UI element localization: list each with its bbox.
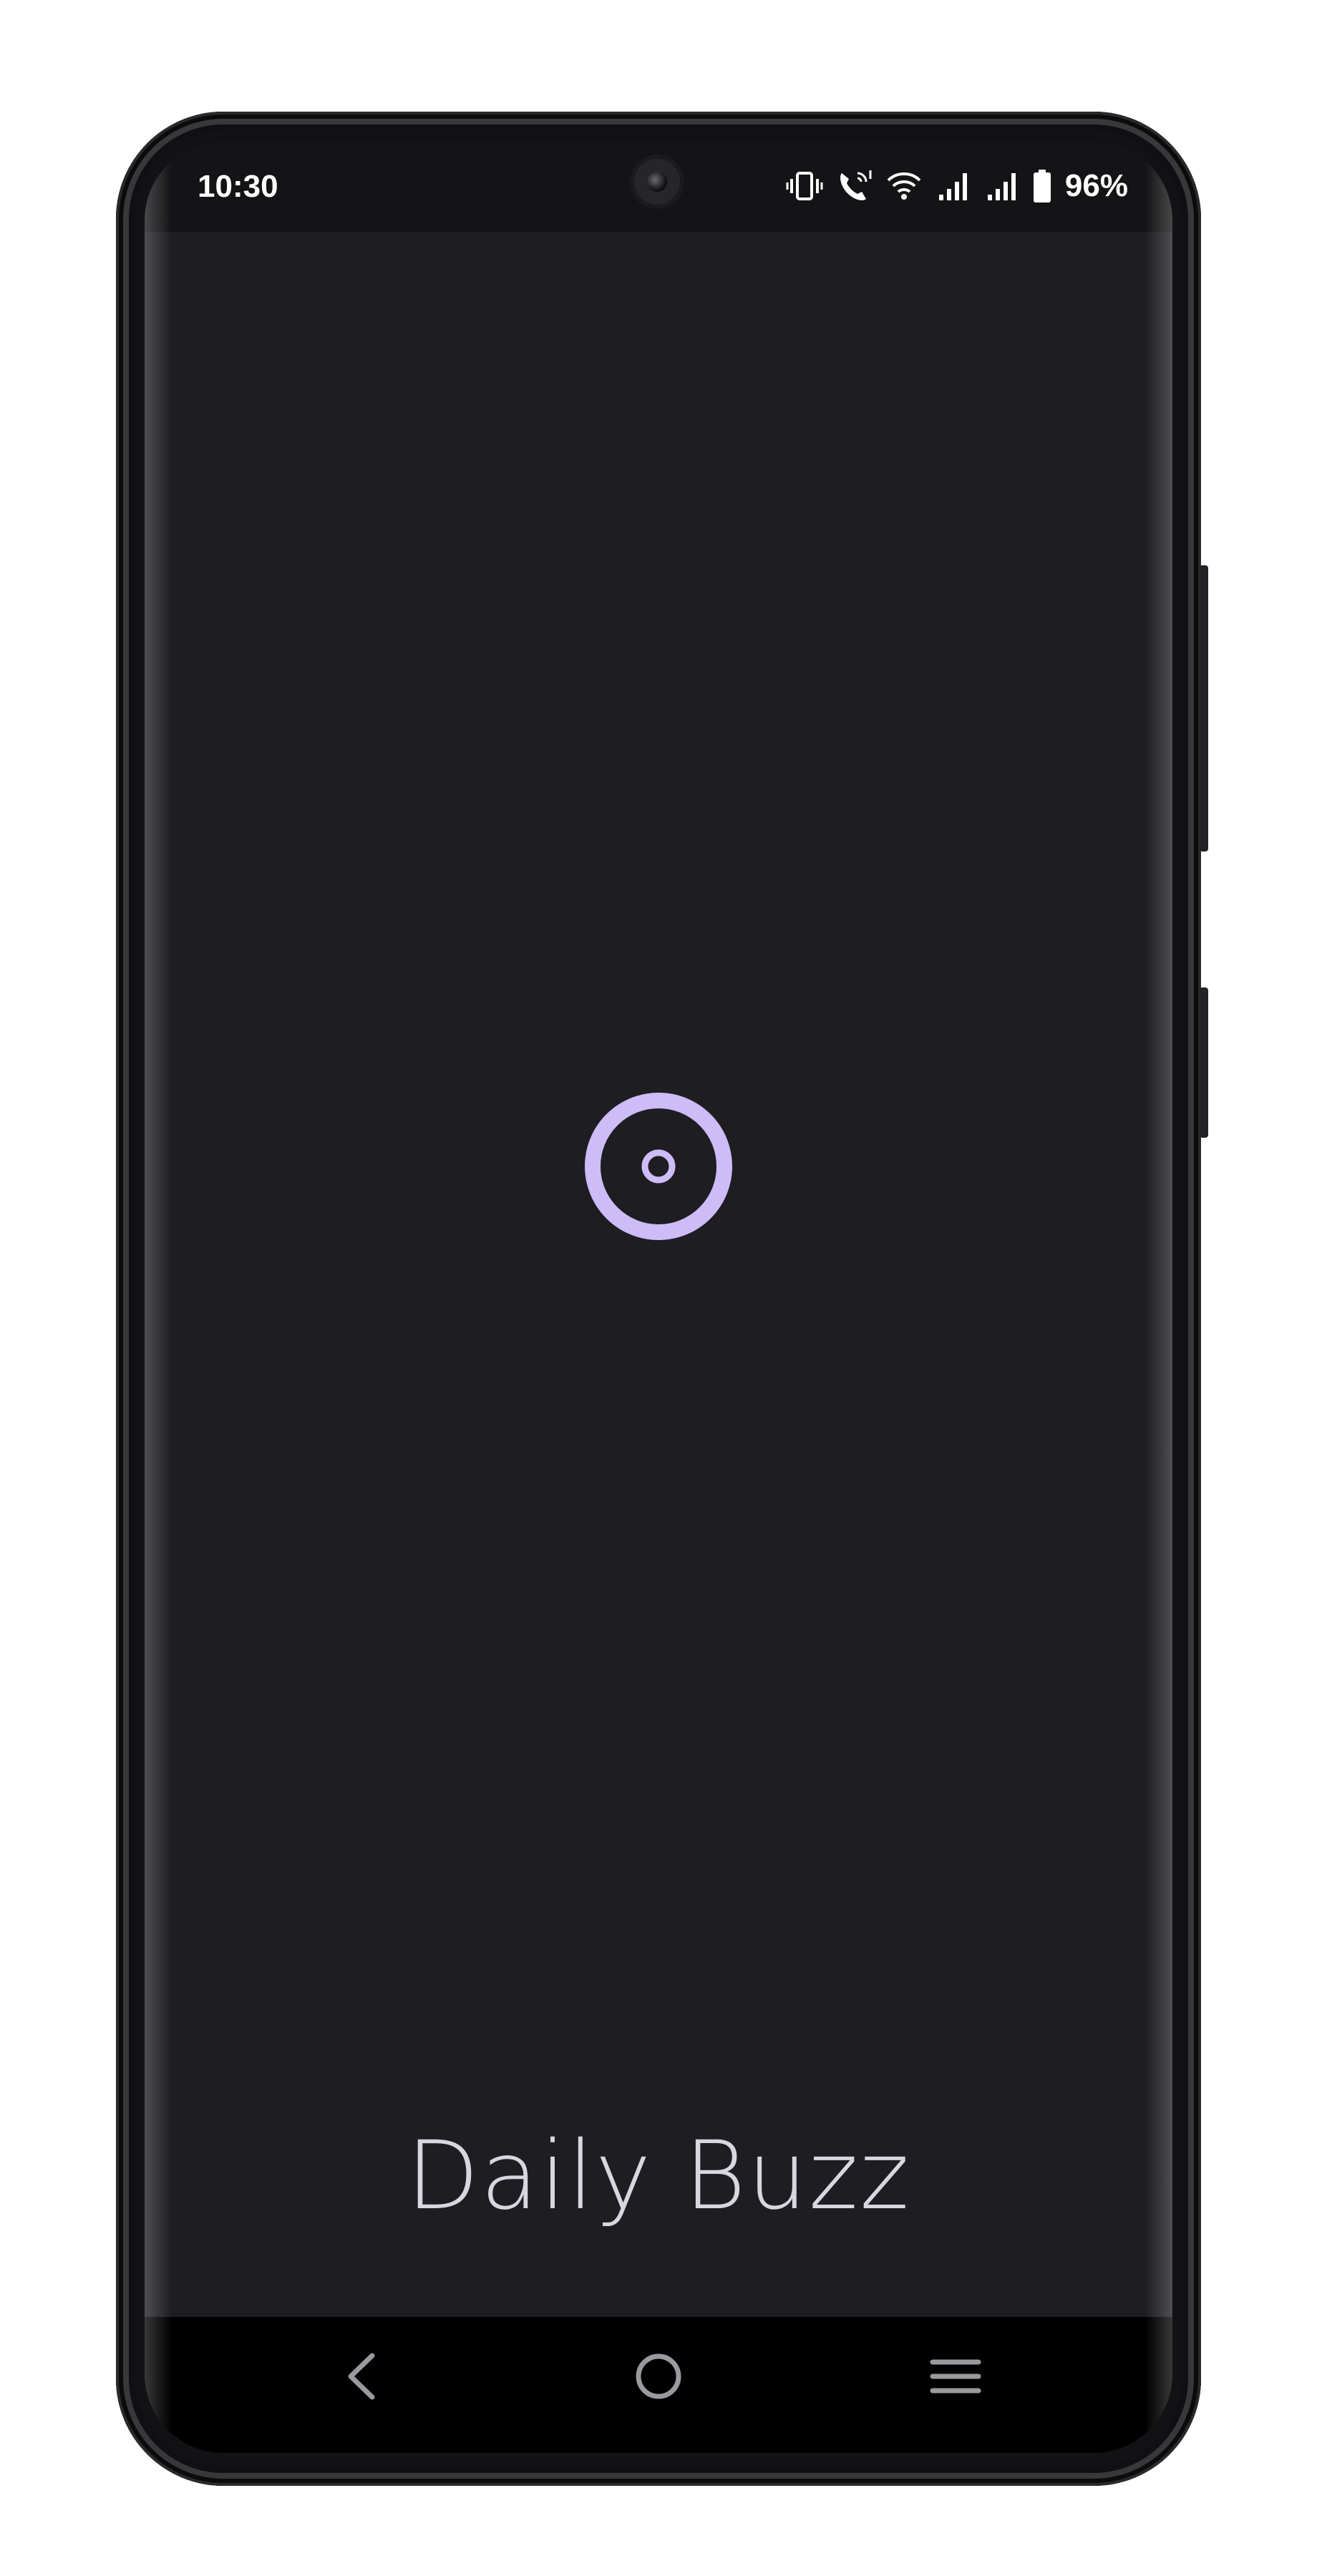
recents-button[interactable] — [923, 2346, 988, 2410]
screen-edge-highlight — [145, 142, 172, 2453]
status-bar: 10:30 96% — [145, 142, 1172, 232]
battery-icon — [1032, 169, 1052, 203]
wifi-icon — [886, 170, 922, 202]
vibrate-icon — [786, 170, 823, 202]
home-button[interactable] — [626, 2346, 691, 2410]
battery-percent: 96% — [1064, 168, 1128, 203]
power-button — [1200, 987, 1208, 1138]
signal-icon — [983, 170, 1019, 202]
phone-screen: 10:30 96% Daily Buzz — [145, 142, 1172, 2453]
back-button[interactable] — [329, 2346, 394, 2410]
back-icon — [344, 2351, 379, 2404]
navigation-bar — [145, 2317, 1172, 2453]
app-name: Daily Buzz — [406, 2121, 911, 2231]
screen-edge-highlight — [1145, 142, 1172, 2453]
wifi-calling-icon — [836, 169, 873, 203]
radio-target-icon — [583, 1091, 734, 1242]
home-icon — [633, 2351, 684, 2405]
recents-icon — [928, 2355, 983, 2401]
front-camera — [634, 159, 680, 205]
status-time: 10:30 — [198, 169, 278, 204]
signal-icon — [935, 170, 971, 202]
status-icons: 96% — [786, 163, 1128, 209]
volume-button — [1200, 565, 1208, 852]
